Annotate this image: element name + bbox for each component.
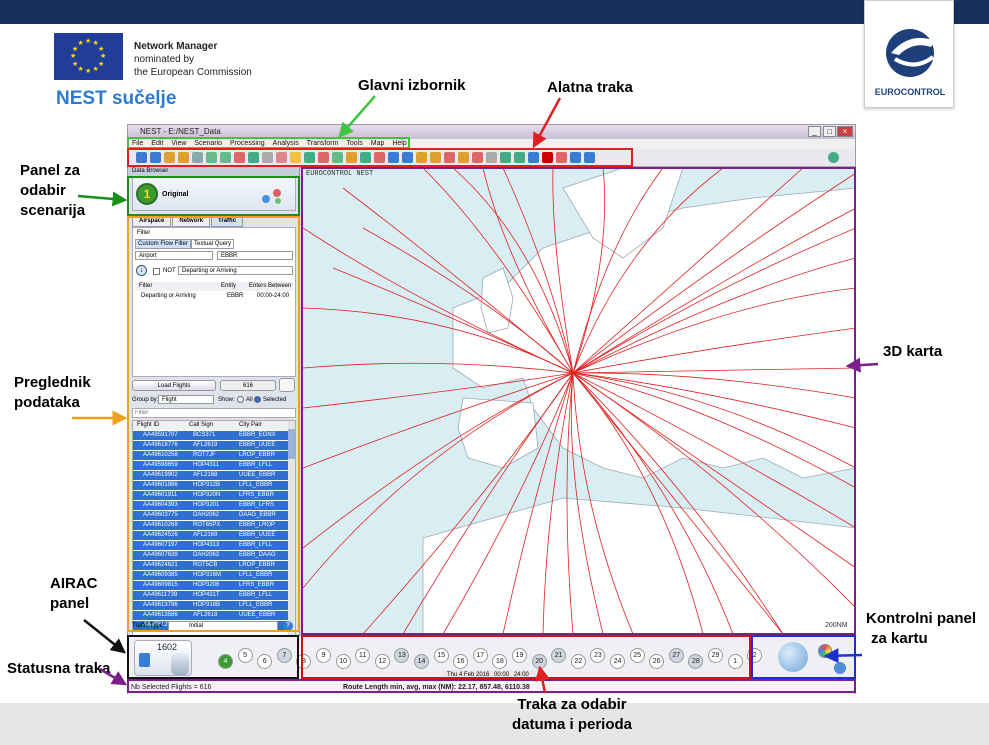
annotation-arrows [72, 95, 879, 694]
